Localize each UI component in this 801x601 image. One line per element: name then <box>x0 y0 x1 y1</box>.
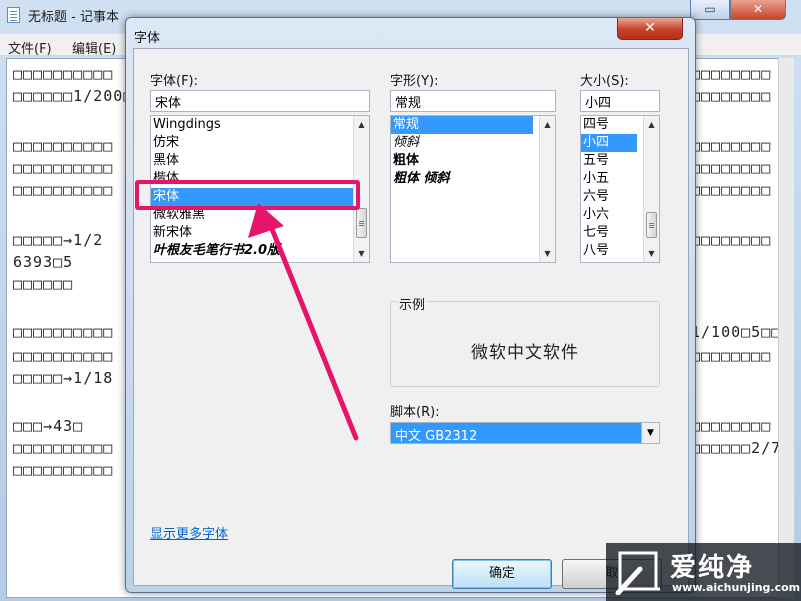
dialog-title: 字体 <box>134 31 161 46</box>
style-label: 字形(Y): <box>390 74 439 89</box>
text-line: □□□□□□□□ <box>691 137 772 155</box>
font-list-item[interactable]: 叶根友毛笔行书2.0版 <box>151 242 354 260</box>
size-list-scrollbar[interactable]: ▲ ▼ <box>643 116 659 262</box>
text-line: □□□□□□1/200□ <box>13 87 134 105</box>
text-line: □□□□□→1/2 <box>13 231 104 249</box>
notepad-title: 无标题 - 记事本 <box>28 10 119 25</box>
font-list-item[interactable]: 新宋体 <box>151 224 354 242</box>
scroll-up-icon[interactable]: ▲ <box>354 117 369 132</box>
size-list-item[interactable]: 七号 <box>581 224 644 242</box>
text-line: □□□□□□□□ <box>691 65 772 83</box>
brand-logo-icon <box>615 551 660 595</box>
text-line: □□□□□□□□ <box>691 417 772 435</box>
size-list-item[interactable]: 小六 <box>581 206 644 224</box>
style-input[interactable]: 常规 <box>390 90 556 112</box>
text-line: □□□□□→1/18 <box>13 369 114 387</box>
close-icon[interactable]: ✕ <box>730 0 786 20</box>
text-line: 6393□5 <box>13 253 74 271</box>
scroll-up-icon[interactable]: ▲ <box>540 117 555 132</box>
text-line: 1/100□5□□ <box>691 323 782 341</box>
sample-legend: 示例 <box>397 294 428 313</box>
scroll-up-icon[interactable]: ▲ <box>644 117 659 132</box>
menu-file[interactable]: 文件(F) <box>8 38 52 57</box>
script-label: 脚本(R): <box>390 405 440 420</box>
scroll-down-icon[interactable]: ▼ <box>644 246 659 261</box>
script-select[interactable]: 中文 GB2312 ▼ <box>390 422 660 444</box>
text-line: □□□□□□ <box>13 275 74 293</box>
text-line: □□□→43□ <box>13 417 84 435</box>
size-list-item-selected[interactable]: 小四 <box>581 134 637 152</box>
text-line: □□□□□□□□□□ <box>13 347 114 365</box>
notepad-scrollbar[interactable] <box>778 58 794 598</box>
maximize-icon[interactable]: ▭ <box>690 0 730 20</box>
scroll-thumb[interactable] <box>646 212 657 238</box>
size-list-item[interactable]: 四号 <box>581 116 644 134</box>
size-input[interactable]: 小四 <box>580 90 660 112</box>
size-list[interactable]: 四号 小四 五号 小五 六号 小六 七号 八号 ▲ ▼ <box>580 115 660 263</box>
watermark-brand: 爱纯净 <box>670 553 755 583</box>
scroll-thumb[interactable] <box>356 208 367 238</box>
dialog-body: 字体(F): 宋体 Wingdings 仿宋 黑体 楷体 宋体 微软雅黑 新宋体… <box>133 48 689 589</box>
text-line: □□□□□□□□ <box>691 87 772 105</box>
font-label: 字体(F): <box>150 74 199 89</box>
show-more-fonts-link[interactable]: 显示更多字体 <box>150 523 228 542</box>
menu-edit[interactable]: 编辑(E) <box>72 38 116 57</box>
font-list-item[interactable]: Wingdings <box>151 116 354 134</box>
text-line: □□□□□□□□□□ <box>13 439 114 457</box>
text-line: □□□□□□□□□□ <box>13 323 114 341</box>
text-line: □□□□□□□□□□ <box>13 181 114 199</box>
font-input[interactable]: 宋体 <box>150 90 370 112</box>
text-line: □□□□□□2/7□ <box>691 439 792 457</box>
text-line: □□□□□□□□□□ <box>13 137 114 155</box>
size-label: 大小(S): <box>580 74 629 89</box>
dialog-close-icon[interactable]: ✕ <box>617 18 683 40</box>
style-list-item[interactable]: 倾斜 <box>391 134 540 152</box>
dropdown-arrow-icon[interactable]: ▼ <box>641 423 659 443</box>
text-line: □□□□□□□□□□ <box>13 461 114 479</box>
style-list-item-selected[interactable]: 常规 <box>391 116 533 134</box>
style-list-scrollbar[interactable]: ▲ ▼ <box>539 116 555 262</box>
sample-text: 微软中文软件 <box>471 343 579 363</box>
size-list-item[interactable]: 小五 <box>581 170 644 188</box>
text-line: □□□□□□□□ <box>691 231 772 249</box>
text-line: □□□□□□□□□□ <box>13 65 114 83</box>
scroll-down-icon[interactable]: ▼ <box>354 246 369 261</box>
style-list-item[interactable]: 粗体 <box>391 152 540 170</box>
font-list-item[interactable]: 黑体 <box>151 152 354 170</box>
watermark-url: www.aichunjing.com <box>672 581 801 594</box>
style-list-item[interactable]: 粗体 倾斜 <box>391 170 540 188</box>
text-line: □□□□□□□□□□ <box>13 159 114 177</box>
size-list-item[interactable]: 六号 <box>581 188 644 206</box>
annotation-highlight-box <box>135 180 360 210</box>
script-value: 中文 GB2312 <box>395 429 478 444</box>
text-line: □□□□□□□□ <box>691 181 772 199</box>
ok-button[interactable]: 确定 <box>452 559 552 589</box>
text-line: □□□□□□□□ <box>691 159 772 177</box>
style-list[interactable]: 常规 倾斜 粗体 粗体 倾斜 ▲ ▼ <box>390 115 556 263</box>
size-list-item[interactable]: 八号 <box>581 242 644 260</box>
sample-group: 示例 微软中文软件 <box>390 294 660 387</box>
text-line: □□□□□□□□ <box>691 347 772 365</box>
size-list-item[interactable]: 五号 <box>581 152 644 170</box>
font-dialog: 字体 ✕ 字体(F): 宋体 Wingdings 仿宋 黑体 楷体 宋体 微软雅… <box>125 17 696 593</box>
scroll-down-icon[interactable]: ▼ <box>540 246 555 261</box>
font-list-item[interactable]: 仿宋 <box>151 134 354 152</box>
notepad-app-icon <box>7 7 20 23</box>
watermark: 爱纯净 www.aichunjing.com <box>606 543 801 601</box>
